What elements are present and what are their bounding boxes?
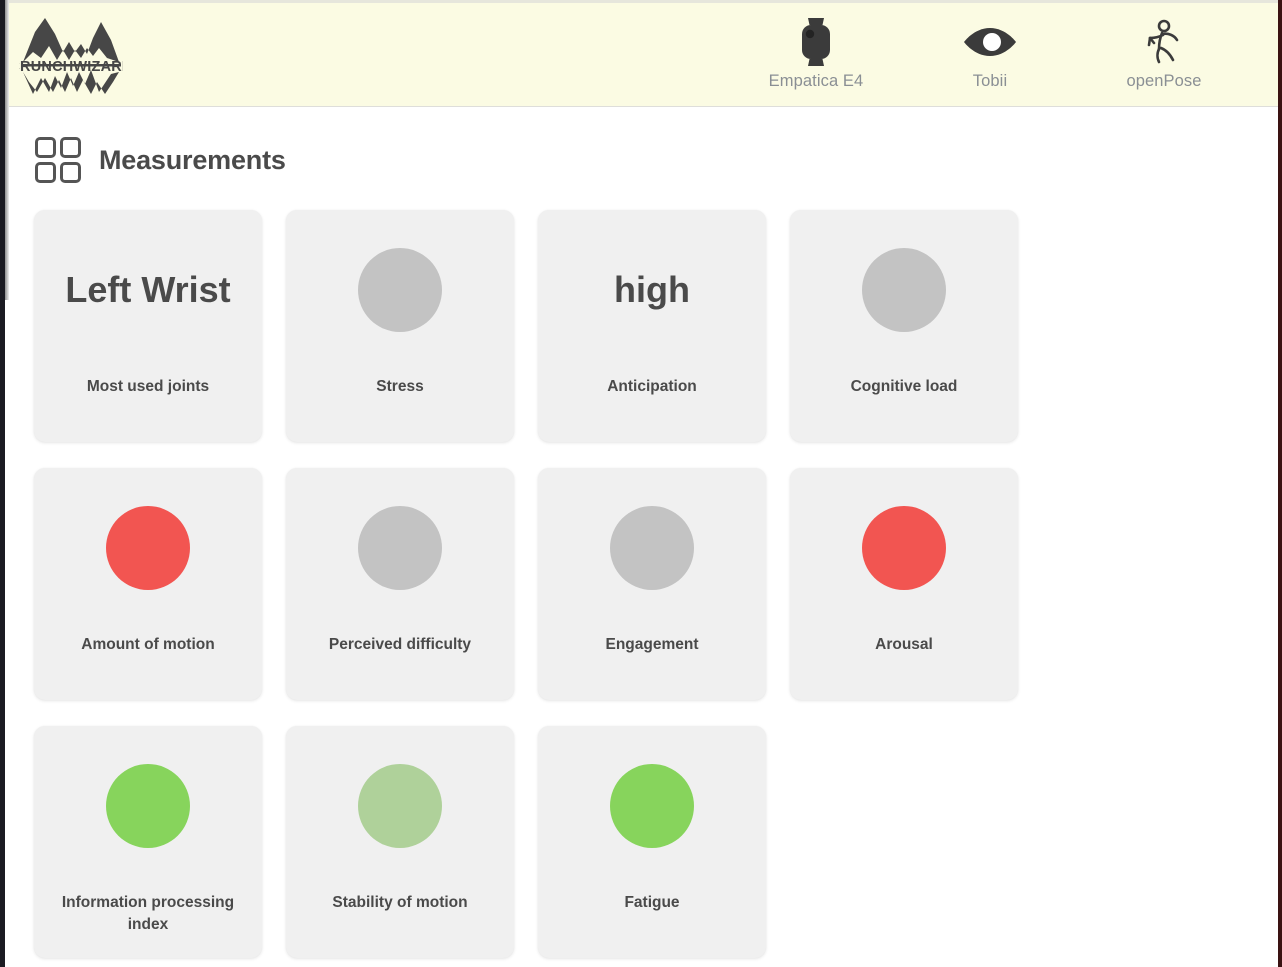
measurement-value-area <box>34 726 262 886</box>
measurement-label: Cognitive load <box>850 378 958 395</box>
device-empatica-e4[interactable]: Empatica E4 <box>760 18 872 91</box>
measurement-card[interactable]: Amount of motion <box>34 468 262 700</box>
device-label: openPose <box>1126 72 1202 90</box>
device-label: Tobii <box>972 72 1008 90</box>
measurement-value-area <box>538 726 766 886</box>
measurement-label: Stress <box>376 378 424 395</box>
measurement-card[interactable]: Fatigue <box>538 726 766 958</box>
measurement-card[interactable]: Perceived difficulty <box>286 468 514 700</box>
brand-logo[interactable]: CRUNCHWIZARD <box>15 13 135 97</box>
running-person-icon <box>1140 18 1188 66</box>
page-title: Measurements <box>99 144 286 175</box>
status-indicator-circle <box>106 764 190 848</box>
measurement-value-area <box>538 468 766 628</box>
eye-icon <box>962 18 1018 66</box>
measurement-label: Information processing index <box>61 894 235 934</box>
app-header: CRUNCHWIZARD Empatica E4 <box>5 3 1278 107</box>
measurement-value-area <box>790 468 1018 628</box>
measurement-label: Stability of motion <box>332 894 468 911</box>
measurement-card[interactable]: Stress <box>286 210 514 442</box>
device-tobii[interactable]: Tobii <box>934 18 1046 91</box>
status-indicator-circle <box>610 506 694 590</box>
measurement-value-area <box>790 210 1018 370</box>
measurement-label: Fatigue <box>624 894 680 911</box>
measurements-grid: Left Wrist Most used joints Stress high Anti… <box>34 210 1034 958</box>
status-indicator-circle <box>862 506 946 590</box>
measurement-label: Amount of motion <box>81 636 215 653</box>
app-window: CRUNCHWIZARD Empatica E4 <box>0 0 1282 967</box>
measurement-value-area <box>286 726 514 886</box>
grid-four-squares-icon <box>34 136 82 184</box>
status-indicator-circle <box>106 506 190 590</box>
measurement-label: Arousal <box>875 636 933 653</box>
measurement-label: Perceived difficulty <box>328 636 472 653</box>
measurement-card[interactable]: Information processing index <box>34 726 262 958</box>
status-indicator-circle <box>610 764 694 848</box>
svg-text:CRUNCHWIZARD: CRUNCHWIZARD <box>19 59 123 75</box>
measurement-card[interactable]: Left Wrist Most used joints <box>34 210 262 442</box>
window-left-edge <box>0 0 5 967</box>
measurement-label: Most used joints <box>86 378 210 395</box>
status-indicator-circle <box>358 248 442 332</box>
status-indicator-circle <box>358 764 442 848</box>
mountain-logo-icon: CRUNCHWIZARD <box>19 14 123 96</box>
smartwatch-icon <box>796 18 836 66</box>
measurement-value-area <box>286 468 514 628</box>
measurement-value-area: Left Wrist <box>34 210 262 370</box>
device-list: Empatica E4 Tobii openPose <box>760 18 1260 91</box>
measurement-card[interactable]: high Anticipation <box>538 210 766 442</box>
measurement-value-area <box>286 210 514 370</box>
measurement-label: Anticipation <box>607 378 697 395</box>
status-indicator-circle <box>862 248 946 332</box>
measurement-card[interactable]: Cognitive load <box>790 210 1018 442</box>
measurement-card[interactable]: Arousal <box>790 468 1018 700</box>
measurement-card[interactable]: Engagement <box>538 468 766 700</box>
measurement-value-area <box>34 468 262 628</box>
device-label: Empatica E4 <box>768 72 864 90</box>
device-openpose[interactable]: openPose <box>1108 18 1220 91</box>
measurement-value-text: Left Wrist <box>65 269 231 311</box>
measurement-label: Engagement <box>605 636 699 653</box>
measurement-value-area: high <box>538 210 766 370</box>
measurement-card[interactable]: Stability of motion <box>286 726 514 958</box>
measurement-value-text: high <box>614 269 690 311</box>
measurements-section-header: Measurements <box>34 136 286 184</box>
status-indicator-circle <box>358 506 442 590</box>
window-top-edge <box>5 0 1278 3</box>
window-right-edge <box>1278 0 1282 967</box>
window-left-scroll-edge[interactable] <box>5 0 9 300</box>
